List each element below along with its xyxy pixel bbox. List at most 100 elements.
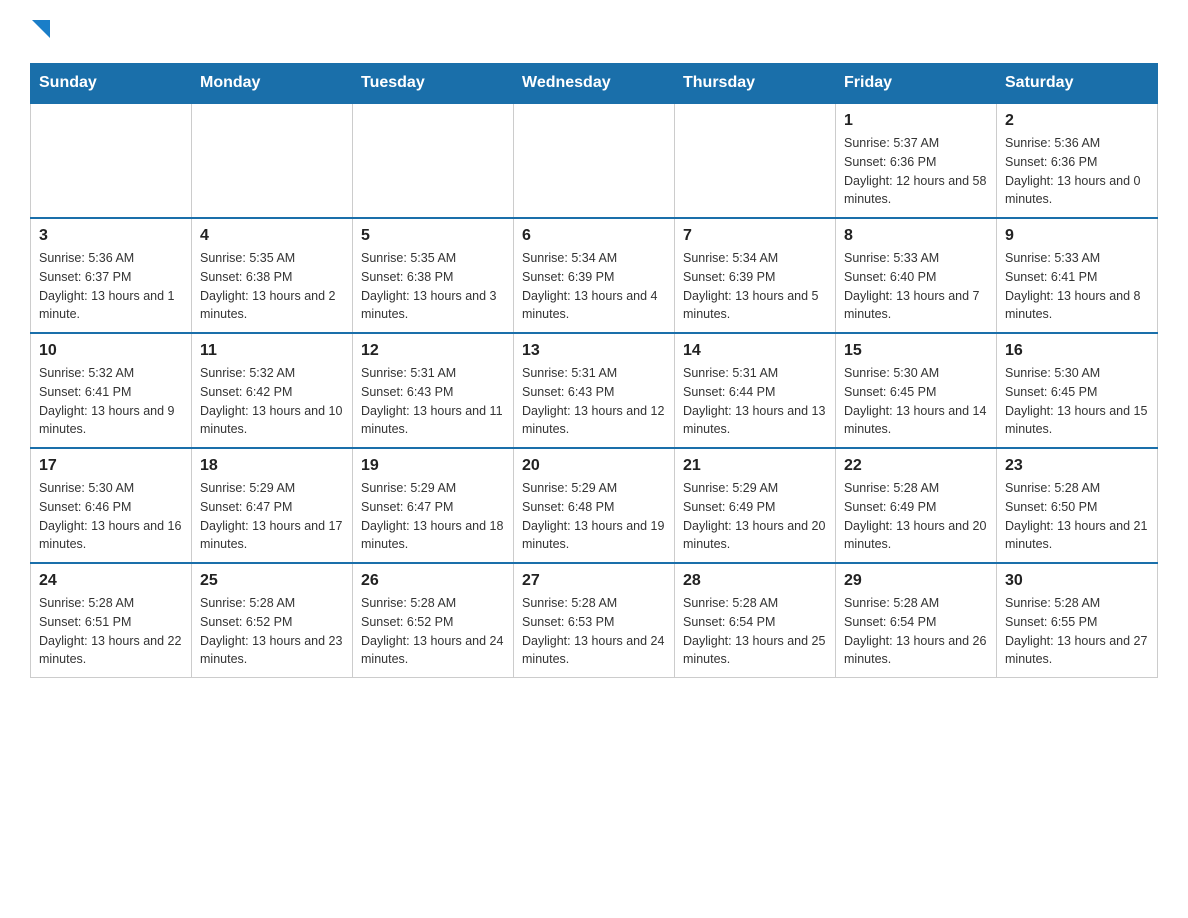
day-info: Sunrise: 5:33 AM Sunset: 6:41 PM Dayligh…: [1005, 249, 1149, 324]
page-header: [30, 20, 1158, 43]
calendar-cell: 29 Sunrise: 5:28 AM Sunset: 6:54 PM Dayli…: [836, 563, 997, 678]
day-info: Sunrise: 5:30 AM Sunset: 6:45 PM Dayligh…: [844, 364, 988, 439]
calendar-table: SundayMondayTuesdayWednesdayThursdayFrid…: [30, 63, 1158, 678]
day-info: Sunrise: 5:29 AM Sunset: 6:47 PM Dayligh…: [361, 479, 505, 554]
day-info: Sunrise: 5:28 AM Sunset: 6:49 PM Dayligh…: [844, 479, 988, 554]
day-number: 4: [200, 227, 344, 245]
calendar-cell: 9 Sunrise: 5:33 AM Sunset: 6:41 PM Daylig…: [997, 218, 1158, 333]
day-info: Sunrise: 5:34 AM Sunset: 6:39 PM Dayligh…: [683, 249, 827, 324]
day-number: 9: [1005, 227, 1149, 245]
calendar-cell: [675, 103, 836, 218]
calendar-cell: 10Sunrise: 5:32 AM Sunset: 6:41 PM Dayli…: [31, 333, 192, 448]
calendar-cell: 23 Sunrise: 5:28 AM Sunset: 6:50 PM Dayli…: [997, 448, 1158, 563]
day-info: Sunrise: 5:35 AM Sunset: 6:38 PM Dayligh…: [200, 249, 344, 324]
calendar-cell: 30 Sunrise: 5:28 AM Sunset: 6:55 PM Dayli…: [997, 563, 1158, 678]
day-info: Sunrise: 5:32 AM Sunset: 6:42 PM Dayligh…: [200, 364, 344, 439]
day-number: 3: [39, 227, 183, 245]
day-number: 2: [1005, 112, 1149, 130]
calendar-cell: 2Sunrise: 5:36 AM Sunset: 6:36 PM Daylig…: [997, 103, 1158, 218]
day-number: 28: [683, 572, 827, 590]
day-number: 17: [39, 457, 183, 475]
weekday-header-wednesday: Wednesday: [514, 64, 675, 104]
calendar-cell: 4 Sunrise: 5:35 AM Sunset: 6:38 PM Daylig…: [192, 218, 353, 333]
day-info: Sunrise: 5:29 AM Sunset: 6:48 PM Dayligh…: [522, 479, 666, 554]
day-number: 18: [200, 457, 344, 475]
calendar-week-2: 3Sunrise: 5:36 AM Sunset: 6:37 PM Daylig…: [31, 218, 1158, 333]
calendar-cell: 13 Sunrise: 5:31 AM Sunset: 6:43 PM Dayli…: [514, 333, 675, 448]
day-number: 23: [1005, 457, 1149, 475]
calendar-cell: 3Sunrise: 5:36 AM Sunset: 6:37 PM Daylig…: [31, 218, 192, 333]
calendar-week-3: 10Sunrise: 5:32 AM Sunset: 6:41 PM Dayli…: [31, 333, 1158, 448]
day-number: 11: [200, 342, 344, 360]
day-info: Sunrise: 5:31 AM Sunset: 6:43 PM Dayligh…: [522, 364, 666, 439]
weekday-header-row: SundayMondayTuesdayWednesdayThursdayFrid…: [31, 64, 1158, 104]
day-info: Sunrise: 5:28 AM Sunset: 6:53 PM Dayligh…: [522, 594, 666, 669]
calendar-cell: 20Sunrise: 5:29 AM Sunset: 6:48 PM Dayli…: [514, 448, 675, 563]
calendar-cell: 26 Sunrise: 5:28 AM Sunset: 6:52 PM Dayli…: [353, 563, 514, 678]
weekday-header-sunday: Sunday: [31, 64, 192, 104]
day-info: Sunrise: 5:28 AM Sunset: 6:50 PM Dayligh…: [1005, 479, 1149, 554]
calendar-cell: 17Sunrise: 5:30 AM Sunset: 6:46 PM Dayli…: [31, 448, 192, 563]
calendar-cell: [192, 103, 353, 218]
day-info: Sunrise: 5:32 AM Sunset: 6:41 PM Dayligh…: [39, 364, 183, 439]
calendar-cell: 19 Sunrise: 5:29 AM Sunset: 6:47 PM Dayli…: [353, 448, 514, 563]
calendar-cell: 18 Sunrise: 5:29 AM Sunset: 6:47 PM Dayli…: [192, 448, 353, 563]
day-number: 15: [844, 342, 988, 360]
day-info: Sunrise: 5:28 AM Sunset: 6:54 PM Dayligh…: [683, 594, 827, 669]
day-number: 30: [1005, 572, 1149, 590]
day-number: 19: [361, 457, 505, 475]
calendar-week-4: 17Sunrise: 5:30 AM Sunset: 6:46 PM Dayli…: [31, 448, 1158, 563]
day-info: Sunrise: 5:31 AM Sunset: 6:43 PM Dayligh…: [361, 364, 505, 439]
day-info: Sunrise: 5:28 AM Sunset: 6:54 PM Dayligh…: [844, 594, 988, 669]
calendar-cell: 11 Sunrise: 5:32 AM Sunset: 6:42 PM Dayli…: [192, 333, 353, 448]
day-number: 21: [683, 457, 827, 475]
calendar-cell: 5 Sunrise: 5:35 AM Sunset: 6:38 PM Daylig…: [353, 218, 514, 333]
calendar-week-5: 24 Sunrise: 5:28 AM Sunset: 6:51 PM Dayli…: [31, 563, 1158, 678]
day-number: 27: [522, 572, 666, 590]
day-info: Sunrise: 5:35 AM Sunset: 6:38 PM Dayligh…: [361, 249, 505, 324]
day-number: 26: [361, 572, 505, 590]
day-number: 16: [1005, 342, 1149, 360]
day-number: 5: [361, 227, 505, 245]
day-info: Sunrise: 5:33 AM Sunset: 6:40 PM Dayligh…: [844, 249, 988, 324]
day-info: Sunrise: 5:28 AM Sunset: 6:55 PM Dayligh…: [1005, 594, 1149, 669]
calendar-cell: [31, 103, 192, 218]
calendar-cell: 15 Sunrise: 5:30 AM Sunset: 6:45 PM Dayli…: [836, 333, 997, 448]
calendar-cell: 27 Sunrise: 5:28 AM Sunset: 6:53 PM Dayli…: [514, 563, 675, 678]
calendar-cell: 14Sunrise: 5:31 AM Sunset: 6:44 PM Dayli…: [675, 333, 836, 448]
day-info: Sunrise: 5:29 AM Sunset: 6:49 PM Dayligh…: [683, 479, 827, 554]
day-info: Sunrise: 5:28 AM Sunset: 6:51 PM Dayligh…: [39, 594, 183, 669]
calendar-week-1: 1 Sunrise: 5:37 AM Sunset: 6:36 PM Daylig…: [31, 103, 1158, 218]
calendar-cell: 7 Sunrise: 5:34 AM Sunset: 6:39 PM Daylig…: [675, 218, 836, 333]
weekday-header-thursday: Thursday: [675, 64, 836, 104]
day-number: 22: [844, 457, 988, 475]
calendar-cell: 6Sunrise: 5:34 AM Sunset: 6:39 PM Daylig…: [514, 218, 675, 333]
day-number: 13: [522, 342, 666, 360]
calendar-cell: 21 Sunrise: 5:29 AM Sunset: 6:49 PM Dayli…: [675, 448, 836, 563]
day-info: Sunrise: 5:28 AM Sunset: 6:52 PM Dayligh…: [200, 594, 344, 669]
calendar-cell: 25Sunrise: 5:28 AM Sunset: 6:52 PM Dayli…: [192, 563, 353, 678]
day-info: Sunrise: 5:30 AM Sunset: 6:45 PM Dayligh…: [1005, 364, 1149, 439]
calendar-cell: [514, 103, 675, 218]
weekday-header-tuesday: Tuesday: [353, 64, 514, 104]
day-number: 29: [844, 572, 988, 590]
calendar-cell: 12 Sunrise: 5:31 AM Sunset: 6:43 PM Dayli…: [353, 333, 514, 448]
calendar-cell: 24 Sunrise: 5:28 AM Sunset: 6:51 PM Dayli…: [31, 563, 192, 678]
day-number: 12: [361, 342, 505, 360]
day-number: 6: [522, 227, 666, 245]
day-number: 24: [39, 572, 183, 590]
calendar-cell: 22 Sunrise: 5:28 AM Sunset: 6:49 PM Dayli…: [836, 448, 997, 563]
calendar-cell: 16 Sunrise: 5:30 AM Sunset: 6:45 PM Dayli…: [997, 333, 1158, 448]
weekday-header-saturday: Saturday: [997, 64, 1158, 104]
day-number: 1: [844, 112, 988, 130]
calendar-cell: 28 Sunrise: 5:28 AM Sunset: 6:54 PM Dayli…: [675, 563, 836, 678]
logo: [30, 20, 50, 43]
weekday-header-friday: Friday: [836, 64, 997, 104]
day-number: 7: [683, 227, 827, 245]
day-info: Sunrise: 5:29 AM Sunset: 6:47 PM Dayligh…: [200, 479, 344, 554]
calendar-cell: 8Sunrise: 5:33 AM Sunset: 6:40 PM Daylig…: [836, 218, 997, 333]
calendar-cell: [353, 103, 514, 218]
day-info: Sunrise: 5:37 AM Sunset: 6:36 PM Dayligh…: [844, 134, 988, 209]
day-number: 14: [683, 342, 827, 360]
day-info: Sunrise: 5:28 AM Sunset: 6:52 PM Dayligh…: [361, 594, 505, 669]
